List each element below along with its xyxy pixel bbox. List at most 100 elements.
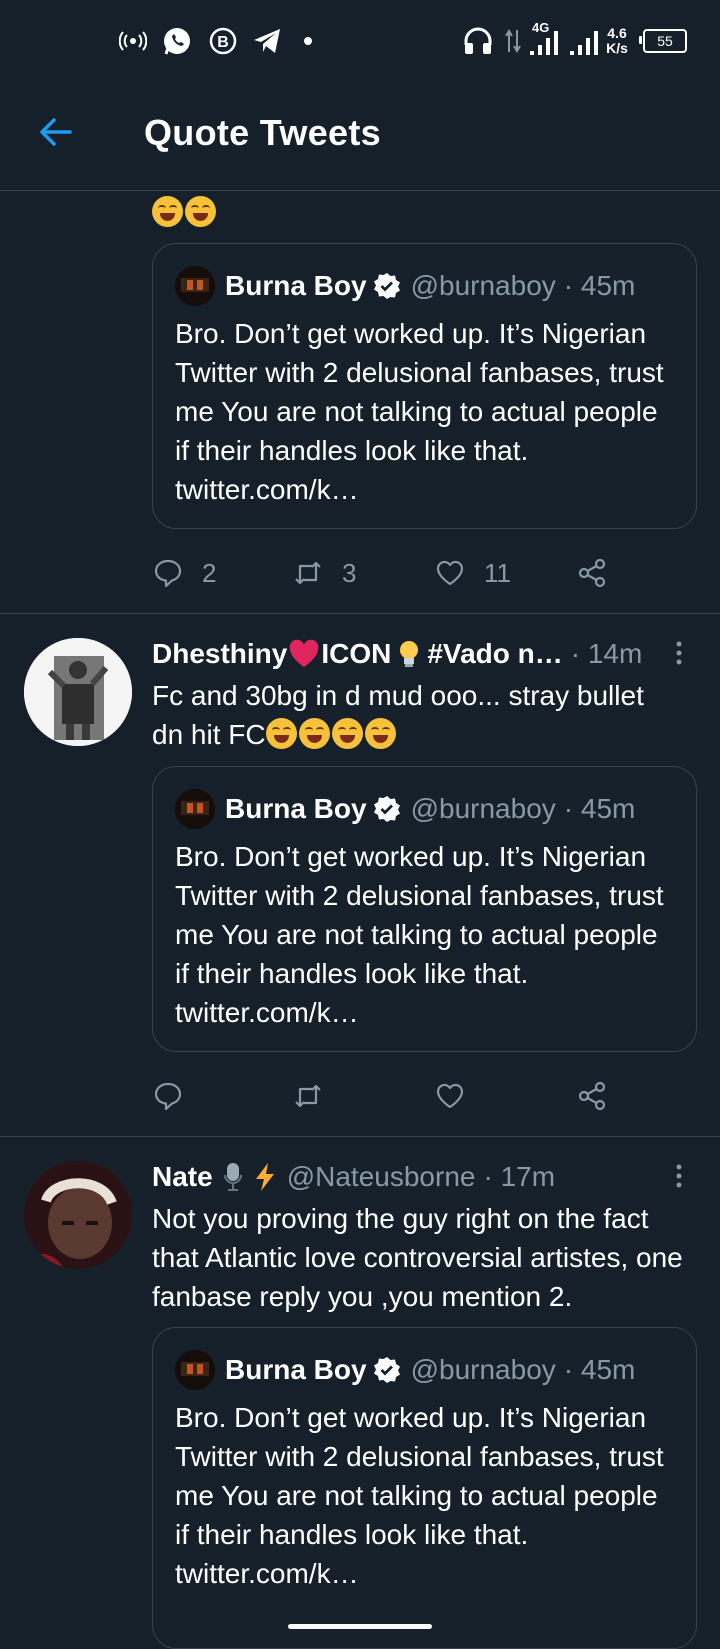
b-app-icon: B: [206, 24, 240, 58]
reply-count: 2: [202, 557, 217, 588]
telegram-icon: [250, 24, 284, 58]
network-type: 4G: [532, 20, 550, 35]
signal-icon: [568, 24, 600, 58]
battery-level: 55: [657, 33, 673, 49]
share-button[interactable]: [576, 553, 608, 593]
tweet-text: [152, 193, 692, 232]
microphone-icon: [223, 1163, 242, 1191]
display-name-part: Dhesthiny: [152, 638, 288, 669]
tweet-actions: 2 3 11: [152, 553, 622, 593]
display-name-part: #Vado n…: [427, 638, 563, 669]
back-arrow-icon: [40, 118, 72, 146]
quoted-tweet-text: Bro. Don’t get worked up. It’s Nigerian …: [175, 318, 664, 505]
tweet-text: Fc and 30bg in d mud ooo... stray bullet…: [152, 676, 692, 754]
rofl-emoji-icon: [364, 718, 396, 749]
quoted-tweet-header: Burna Boy @burnaboy · 45m: [225, 266, 635, 306]
display-name: Burna Boy: [225, 793, 367, 824]
timestamp: · 45m: [563, 1354, 636, 1385]
network-speed: 4.6 K/s: [600, 24, 634, 58]
quoted-tweet-card[interactable]: Burna Boy @burnaboy · 45m Bro. Don’t get…: [152, 766, 697, 1052]
tweet-text: Not you proving the guy right on the fac…: [152, 1203, 683, 1312]
network-speed-value: 4.6: [607, 25, 627, 41]
tweet-actions: [152, 1076, 622, 1116]
laughing-emoji-icon: [185, 196, 216, 227]
avatar[interactable]: [175, 789, 215, 829]
battery-icon: 55: [639, 24, 688, 58]
handle: @burnaboy: [410, 793, 556, 824]
quoted-tweet-card[interactable]: Burna Boy @burnaboy · 45m Bro. Don’t get…: [152, 243, 697, 529]
laughing-emoji-icon: [152, 196, 183, 227]
tweet-text-line: dn hit FC: [152, 719, 266, 750]
quoted-tweet-card[interactable]: Burna Boy @burnaboy · 45m Bro. Don’t get…: [152, 1327, 697, 1649]
reply-button[interactable]: [152, 1076, 184, 1116]
heart-icon: [436, 560, 464, 586]
rofl-emoji-icon: [265, 718, 297, 749]
avatar[interactable]: [24, 1161, 132, 1269]
display-name: Burna Boy: [225, 270, 367, 301]
red-heart-icon: [290, 639, 319, 667]
handle: @burnaboy: [410, 1354, 556, 1385]
reply-icon: [154, 559, 182, 588]
share-icon: [578, 1081, 606, 1111]
retweet-icon: [295, 561, 321, 585]
hotspot-icon: [118, 24, 148, 58]
whatsapp-icon: [160, 24, 194, 58]
like-button[interactable]: 11: [434, 553, 511, 593]
handle: @burnaboy: [410, 270, 556, 301]
timestamp: · 45m: [563, 270, 636, 301]
verified-badge-icon: [373, 272, 401, 300]
signal-icon: 4G: [528, 20, 564, 58]
tweet-header: Dhesthiny ICON #Vado n… · 14m: [152, 638, 642, 670]
tweet-text-line: Fc and 30bg in d mud ooo... stray bullet: [152, 680, 644, 711]
avatar[interactable]: [24, 638, 132, 746]
display-name: Nate: [152, 1161, 213, 1192]
more-options-button[interactable]: [664, 638, 694, 674]
notification-dot-icon: [300, 24, 316, 58]
quoted-tweet-text: Bro. Don’t get worked up. It’s Nigerian …: [175, 841, 664, 1028]
retweet-button[interactable]: 3: [292, 553, 356, 593]
display-name: Burna Boy: [225, 1354, 367, 1385]
timestamp: · 17m: [483, 1161, 556, 1192]
rofl-emoji-icon: [298, 718, 330, 749]
avatar[interactable]: [175, 1350, 215, 1390]
rofl-emoji-icon: [331, 718, 363, 749]
like-count: 11: [484, 557, 511, 588]
quoted-tweet-header: Burna Boy @burnaboy · 45m: [225, 789, 635, 829]
share-button[interactable]: [576, 1076, 608, 1116]
home-indicator[interactable]: [288, 1624, 432, 1629]
lightning-icon: [255, 1163, 274, 1191]
network-speed-unit: K/s: [606, 40, 628, 56]
light-bulb-icon: [400, 641, 419, 667]
back-button[interactable]: [34, 110, 78, 154]
tweet-item[interactable]: Burna Boy @burnaboy · 45m Bro. Don’t get…: [0, 191, 720, 614]
svg-text:B: B: [217, 34, 229, 51]
more-vertical-icon: [676, 1164, 682, 1188]
display-name-part: ICON: [321, 638, 392, 669]
handle: @Nateusborne: [286, 1161, 476, 1192]
retweet-button[interactable]: [292, 1076, 324, 1116]
more-options-button[interactable]: [664, 1161, 694, 1197]
retweet-icon: [295, 1084, 321, 1108]
quoted-tweet-text: Bro. Don’t get worked up. It’s Nigerian …: [175, 1402, 664, 1589]
reply-button[interactable]: 2: [152, 553, 216, 593]
avatar[interactable]: [175, 266, 215, 306]
tweet-item[interactable]: Nate @Nateusborne · 17m Not you proving …: [0, 1137, 720, 1649]
status-bar: B 4G 4.6 K/s 55: [0, 0, 720, 80]
reply-icon: [154, 1082, 182, 1111]
more-vertical-icon: [676, 641, 682, 665]
page-title: Quote Tweets: [144, 112, 381, 153]
verified-badge-icon: [373, 795, 401, 823]
share-icon: [578, 558, 606, 588]
like-button[interactable]: [434, 1076, 466, 1116]
quoted-tweet-header: Burna Boy @burnaboy · 45m: [225, 1350, 635, 1390]
heart-icon: [436, 1083, 464, 1109]
verified-badge-icon: [373, 1356, 401, 1384]
tweet-header: Nate @Nateusborne · 17m: [152, 1161, 555, 1193]
retweet-count: 3: [342, 557, 357, 588]
timestamp: · 45m: [563, 793, 636, 824]
data-transfer-icon: [502, 24, 524, 58]
tweet-item[interactable]: Dhesthiny ICON #Vado n… · 14m Fc and 30b…: [0, 614, 720, 1137]
page-header: Quote Tweets: [0, 80, 720, 191]
headset-icon: [460, 24, 496, 58]
timestamp: · 14m: [570, 638, 643, 669]
